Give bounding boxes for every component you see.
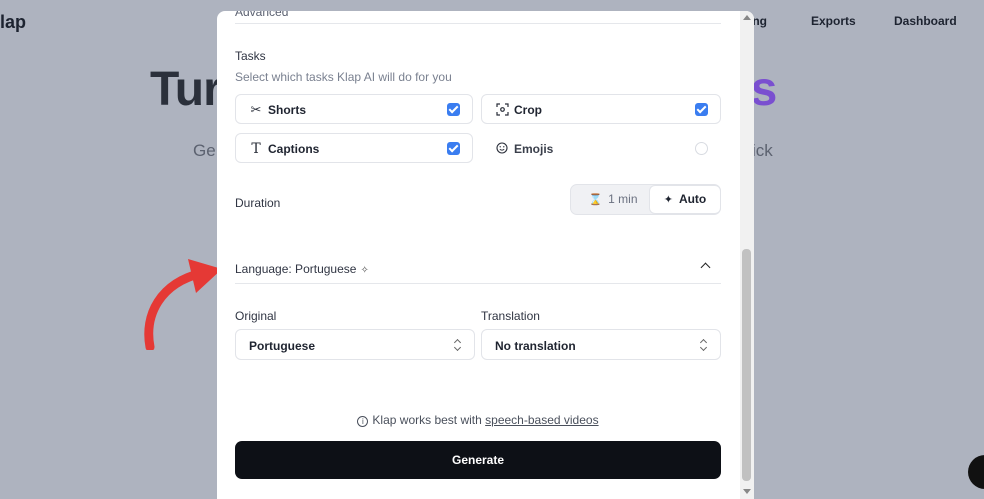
translation-language-label: Translation <box>481 309 540 323</box>
task-emojis[interactable]: Emojis <box>481 133 721 163</box>
scroll-down-icon[interactable] <box>743 489 751 494</box>
scrollbar-thumb[interactable] <box>742 249 751 481</box>
crop-focus-icon <box>495 103 509 117</box>
info-message: i Klap works best with speech-based video… <box>235 413 721 427</box>
original-language-label: Original <box>235 309 277 323</box>
original-language-select[interactable]: Portuguese <box>235 329 475 360</box>
generate-button[interactable]: Generate <box>235 441 721 479</box>
select-arrows-icon <box>700 338 708 352</box>
clip-icon: ⌛ <box>588 194 603 206</box>
select-arrows-icon <box>454 338 462 352</box>
divider <box>235 23 721 24</box>
hero-subtitle-right: ick <box>752 141 773 160</box>
chat-launcher-button[interactable] <box>968 455 984 489</box>
tasks-subtitle: Select which tasks Klap AI will do for y… <box>235 70 452 84</box>
app-logo: lap <box>0 12 27 32</box>
language-section-header[interactable]: Language: Portuguese ✧ <box>235 262 369 276</box>
hero-subtitle-left: Ge <box>193 141 216 160</box>
task-emojis-label: Emojis <box>514 142 554 156</box>
duration-option-auto-label: Auto <box>678 192 707 206</box>
scissors-icon: ✂ <box>250 102 262 117</box>
text-t-icon: T <box>251 141 261 157</box>
generate-settings-modal: Advanced Tasks Select which tasks Klap A… <box>217 11 754 499</box>
task-crop-label: Crop <box>514 103 542 117</box>
duration-option-1min-label: 1 min <box>608 192 638 206</box>
advanced-section-label[interactable]: Advanced <box>235 11 288 19</box>
smiley-icon <box>495 142 509 156</box>
task-emojis-checkbox[interactable] <box>695 142 708 155</box>
info-text: Klap works best with <box>372 413 482 427</box>
sparkle-icon: ✦ <box>663 194 673 206</box>
divider <box>235 283 721 284</box>
translation-language-value: No translation <box>495 339 576 353</box>
original-language-value: Portuguese <box>249 339 316 353</box>
nav-item-dashboard[interactable]: Dashboard <box>894 14 957 28</box>
scroll-up-icon[interactable] <box>743 15 751 20</box>
modal-scrollbar[interactable] <box>740 11 754 499</box>
hero-title-left: Tur <box>150 63 222 116</box>
nav-item-exports[interactable]: Exports <box>811 14 856 28</box>
task-shorts-checkbox[interactable] <box>447 103 460 116</box>
task-captions-label: Captions <box>268 142 320 156</box>
language-header-text: Language: Portuguese <box>235 262 357 276</box>
task-captions-checkbox[interactable] <box>447 142 460 155</box>
task-crop-checkbox[interactable] <box>695 103 708 116</box>
tasks-title: Tasks <box>235 49 266 63</box>
chevron-up-icon[interactable] <box>700 262 711 273</box>
duration-option-1min[interactable]: ⌛ 1 min <box>577 185 649 214</box>
task-captions[interactable]: T Captions <box>235 133 473 163</box>
task-shorts-label: Shorts <box>268 103 307 117</box>
task-shorts[interactable]: ✂ Shorts <box>235 94 473 124</box>
task-crop[interactable]: Crop <box>481 94 721 124</box>
speech-videos-link[interactable]: speech-based videos <box>485 413 598 427</box>
translation-language-select[interactable]: No translation <box>481 329 721 360</box>
duration-toggle: ⌛ 1 min ✦ Auto <box>570 184 721 215</box>
duration-option-auto[interactable]: ✦ Auto <box>649 185 721 214</box>
info-icon: i <box>357 416 369 427</box>
duration-label: Duration <box>235 196 281 210</box>
sparkle-icon: ✧ <box>360 265 369 276</box>
